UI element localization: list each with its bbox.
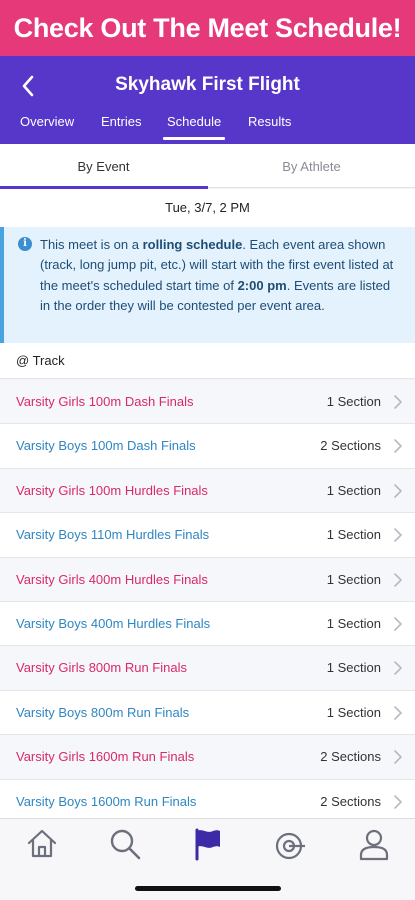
section-count: 2 Sections [320, 749, 381, 765]
flag-icon[interactable] [191, 827, 225, 861]
chevron-right-icon [394, 705, 402, 720]
section-count: 1 Section [326, 660, 381, 676]
target-icon[interactable] [274, 827, 308, 861]
section-count: 2 Sections [320, 793, 381, 809]
event-row[interactable]: Varsity Girls 800m Run Finals 1 Section [0, 646, 415, 691]
event-name: Varsity Girls 100m Hurdles Finals [16, 482, 208, 498]
segment-by-event[interactable]: By Event [0, 144, 207, 188]
chevron-right-icon [394, 439, 402, 454]
home-icon[interactable] [25, 827, 59, 861]
page-title: Skyhawk First Flight [115, 74, 300, 95]
notice-bold-time: 2:00 pm [237, 277, 287, 293]
event-name: Varsity Boys 800m Run Finals [16, 704, 190, 720]
event-row[interactable]: Varsity Girls 100m Dash Finals 1 Section [0, 380, 415, 425]
info-icon: i [18, 237, 32, 251]
rolling-schedule-notice: i This meet is on a rolling schedule. Ea… [0, 227, 415, 343]
event-list: Varsity Girls 100m Dash Finals 1 Section V… [0, 380, 415, 824]
chevron-right-icon [394, 528, 402, 542]
promo-banner: Check Out The Meet Schedule! [0, 0, 415, 56]
tab-results[interactable]: Results [248, 114, 291, 144]
section-count: 1 Section [326, 571, 381, 587]
segment-by-athlete[interactable]: By Athlete [208, 144, 415, 188]
notice-bold-rolling: rolling schedule [142, 237, 243, 252]
event-row[interactable]: Varsity Boys 800m Run Finals 1 Section [0, 690, 415, 736]
event-row[interactable]: Varsity Boys 110m Hurdles Finals 1 Sectio… [0, 513, 415, 558]
event-row[interactable]: Varsity Girls 100m Hurdles Finals 1 Secti… [0, 468, 415, 514]
event-row[interactable]: Varsity Boys 100m Dash Finals 2 Sections [0, 424, 415, 469]
chevron-right-icon [394, 750, 402, 764]
chevron-right-icon [394, 395, 402, 409]
chevron-right-icon [394, 572, 402, 587]
section-count: 1 Section [326, 704, 381, 720]
event-row[interactable]: Varsity Boys 400m Hurdles Finals 1 Sectio… [0, 601, 415, 647]
event-name: Varsity Girls 400m Hurdles Finals [16, 571, 208, 587]
notice-text: This meet is on a rolling schedule. Each… [40, 235, 401, 316]
section-count: 1 Section [326, 615, 381, 631]
tab-entries[interactable]: Entries [101, 114, 141, 144]
home-indicator[interactable] [135, 886, 281, 891]
event-name: Varsity Boys 110m Hurdles Finals [16, 527, 210, 543]
tab-schedule[interactable]: Schedule [162, 114, 226, 144]
event-area-header: @ Track [0, 343, 415, 379]
chevron-right-icon [394, 617, 402, 631]
app-header: Skyhawk First Flight Overview Entries Sc… [0, 56, 415, 144]
event-name: Varsity Girls 800m Run Finals [16, 660, 187, 676]
section-count: 1 Section [326, 527, 381, 543]
section-count: 1 Section [326, 482, 381, 498]
event-name: Varsity Boys 1600m Run Finals [16, 793, 197, 809]
section-count: 1 Section [326, 394, 381, 409]
meet-date: Tue, 3/7, 2 PM [0, 189, 415, 227]
chevron-right-icon [394, 661, 402, 676]
event-row[interactable]: Varsity Girls 1600m Run Finals 2 Sections [0, 735, 415, 780]
event-name: Varsity Girls 1600m Run Finals [16, 749, 195, 765]
view-segment: By Event By Athlete [0, 144, 415, 189]
event-name: Varsity Boys 400m Hurdles Finals [16, 615, 211, 631]
event-name: Varsity Girls 100m Dash Finals [16, 394, 194, 409]
profile-icon[interactable] [357, 827, 391, 861]
chevron-right-icon [394, 794, 402, 809]
chevron-right-icon [394, 483, 402, 498]
event-name: Varsity Boys 100m Dash Finals [16, 438, 196, 454]
section-count: 2 Sections [320, 438, 381, 454]
tab-overview[interactable]: Overview [20, 114, 74, 144]
notice-text-part: This meet is on a [40, 237, 143, 252]
search-icon[interactable] [108, 827, 142, 861]
event-row[interactable]: Varsity Girls 400m Hurdles Finals 1 Secti… [0, 557, 415, 602]
promo-text: Check Out The Meet Schedule! [13, 12, 402, 43]
